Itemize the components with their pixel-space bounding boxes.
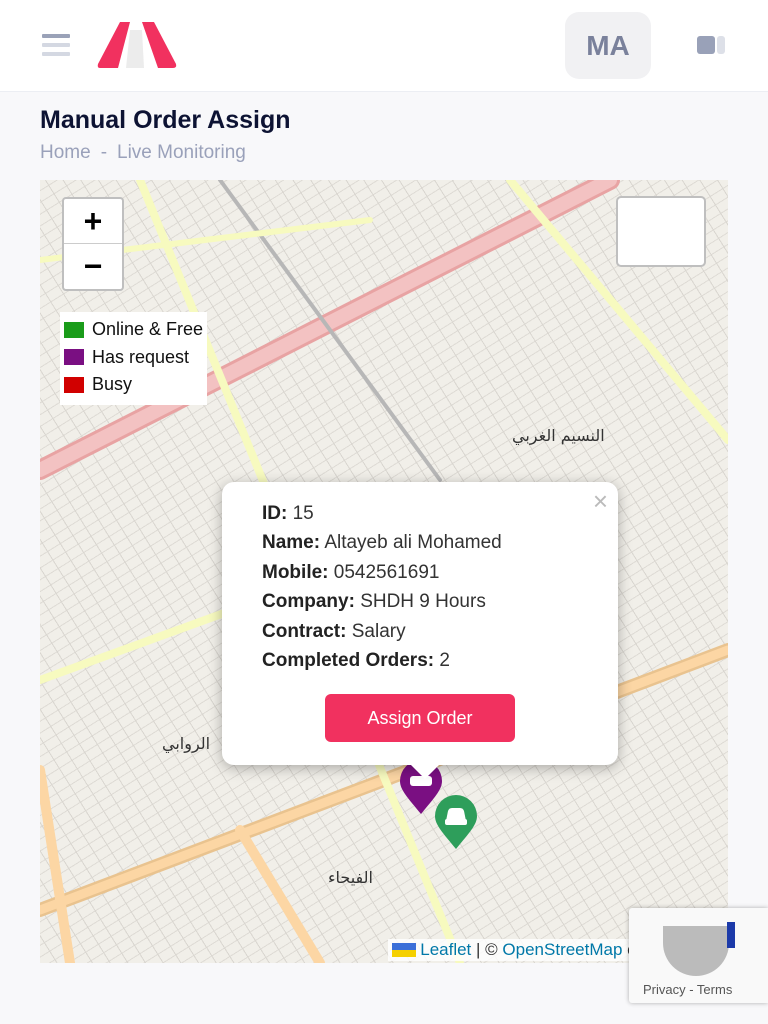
user-avatar[interactable]: MA [565, 12, 651, 79]
breadcrumb: Home - Live Monitoring [40, 142, 246, 163]
page-title: Manual Order Assign [40, 106, 291, 134]
close-icon[interactable]: × [593, 486, 608, 517]
breadcrumb-current: Live Monitoring [117, 142, 246, 163]
field-company: Company: SHDH 9 Hours [262, 591, 486, 613]
popup-tip [411, 765, 439, 779]
field-contract: Contract: Salary [262, 620, 406, 642]
ukraine-flag-icon [392, 943, 417, 957]
menu-icon[interactable] [42, 34, 70, 56]
recaptcha-icon [663, 926, 729, 976]
recaptcha-links[interactable]: Privacy - Terms [643, 982, 732, 997]
zoom-in-button[interactable]: + [64, 199, 122, 244]
map-label: النسيم الغربي [512, 426, 605, 445]
legend-item-online: Online & Free [64, 316, 203, 344]
breadcrumb-home[interactable]: Home [40, 142, 91, 163]
recaptcha-badge[interactable]: Privacy - Terms [629, 908, 768, 1003]
assign-order-button[interactable]: Assign Order [325, 694, 515, 742]
field-completed-orders: Completed Orders: 2 [262, 649, 450, 671]
leaflet-link[interactable]: Leaflet [420, 940, 471, 960]
map-label: الروابي [162, 734, 211, 753]
sidebar-toggle-icon[interactable] [697, 36, 725, 54]
zoom-control: + − [62, 197, 124, 291]
legend-item-busy: Busy [64, 371, 203, 399]
legend-item-request: Has request [64, 344, 203, 372]
osm-link[interactable]: OpenStreetMap [502, 940, 622, 960]
zoom-out-button[interactable]: − [64, 244, 122, 289]
app-logo [97, 22, 177, 68]
field-name: Name: Altayeb ali Mohamed [262, 532, 502, 554]
top-header: MA [0, 0, 768, 92]
driver-marker-online[interactable] [433, 795, 479, 851]
layers-control[interactable] [616, 196, 706, 267]
map-label: الفيحاء [328, 868, 373, 887]
driver-popup: × ID: 15 Name: Altayeb ali Mohamed Mobil… [222, 482, 618, 765]
field-id: ID: 15 [262, 503, 314, 524]
map-legend: Online & Free Has request Busy [60, 312, 208, 405]
field-mobile: Mobile: 0542561691 [262, 561, 440, 583]
map[interactable]: + − Online & Free Has request Busy النسي… [40, 180, 728, 963]
